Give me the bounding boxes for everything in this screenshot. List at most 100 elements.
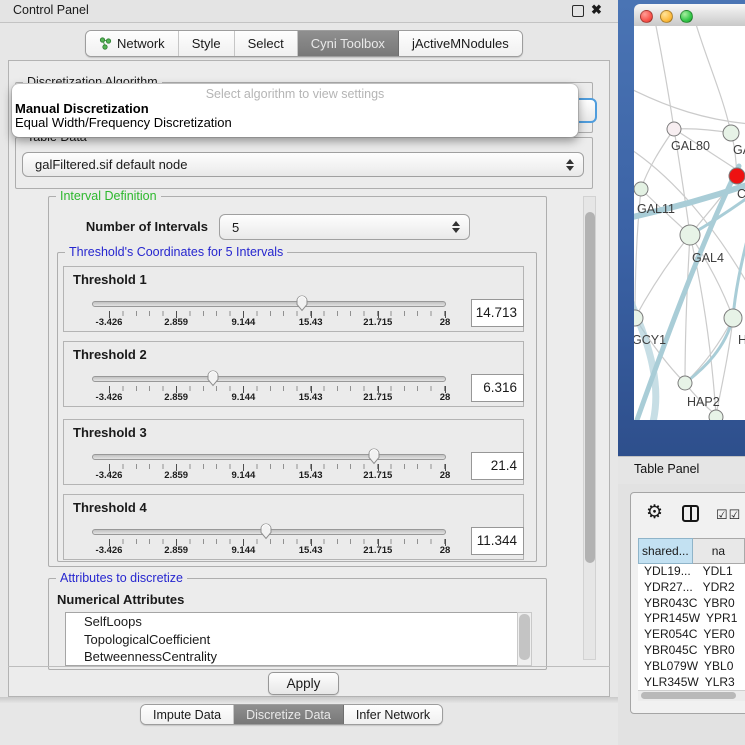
table-cell[interactable]: YBL0: [698, 659, 745, 675]
node-label: C: [737, 187, 745, 201]
threshold-slider-thumb[interactable]: [295, 294, 310, 312]
attributes-scrollbar-thumb[interactable]: [519, 614, 530, 660]
table-hscrollbar-thumb[interactable]: [641, 692, 736, 699]
tab-discretize-data[interactable]: Discretize Data: [234, 705, 344, 724]
tab-jactivemnodules[interactable]: jActiveMNodules: [399, 31, 522, 56]
attributes-list: SelfLoopsTopologicalCoefficientBetweenne…: [65, 612, 532, 666]
apply-button[interactable]: Apply: [268, 672, 339, 695]
float-window-icon[interactable]: [572, 5, 584, 17]
column-header-shared[interactable]: shared...: [638, 538, 693, 564]
network-node[interactable]: GAL80: [667, 122, 710, 153]
attribute-list-item[interactable]: TopologicalCoefficient: [66, 631, 531, 649]
network-node[interactable]: GA: [723, 125, 745, 157]
numerical-attributes-label: Numerical Attributes: [57, 592, 184, 607]
table-cell[interactable]: YLR345W: [638, 675, 699, 690]
network-node[interactable]: [709, 410, 723, 420]
table-cell[interactable]: YER0: [697, 627, 745, 643]
thresholds-group-title: Threshold's Coordinates for 5 Intervals: [65, 245, 287, 259]
tab-cyni-toolbox[interactable]: Cyni Toolbox: [298, 31, 399, 56]
popup-option-equal-width[interactable]: Equal Width/Frequency Discretization: [15, 115, 232, 130]
slider-tick-labels: -3.426 2.859 9.144 15.43 21.715 28: [109, 392, 445, 404]
popup-option-manual-discretization[interactable]: Manual Discretization: [15, 101, 149, 116]
table-cell[interactable]: YDL19...: [638, 564, 697, 580]
settings-scrollbar-thumb[interactable]: [585, 212, 595, 563]
attribute-list-item[interactable]: BetweennessCentrality: [66, 648, 531, 666]
table-cell[interactable]: YDR2: [697, 580, 745, 596]
divider-shadow: [0, 697, 618, 703]
threshold-panel: Threshold 1 -3.426 2.859 9.144 15.43 21.: [63, 266, 524, 332]
num-intervals-combobox[interactable]: 5: [219, 214, 470, 240]
table-cell[interactable]: YBR043C: [638, 596, 697, 612]
threshold-value-input[interactable]: 21.4: [471, 452, 524, 480]
threshold-panel: Threshold 3 -3.426 2.859 9.144 15.43 21.: [63, 419, 524, 485]
table-cell[interactable]: YLR3: [699, 675, 745, 690]
threshold-value-input[interactable]: 11.344: [471, 527, 524, 555]
close-traffic-light-icon[interactable]: [640, 10, 653, 23]
split-columns-icon[interactable]: [682, 505, 699, 522]
threshold-label: Threshold 1: [73, 272, 147, 287]
table-row[interactable]: YLR345W YLR3: [638, 675, 745, 690]
threshold-label: Threshold 3: [73, 425, 147, 440]
table-row[interactable]: YBR045C YBR0: [638, 643, 745, 659]
spinner-arrows-icon: [566, 159, 574, 171]
minimize-traffic-light-icon[interactable]: [660, 10, 673, 23]
gear-icon[interactable]: ⚙: [646, 501, 663, 524]
close-icon[interactable]: ✖: [591, 2, 602, 18]
table-cell[interactable]: YDL1: [697, 564, 745, 580]
tab-network[interactable]: Network: [86, 31, 179, 56]
threshold-slider-thumb[interactable]: [205, 369, 220, 387]
threshold-slider-track[interactable]: [92, 454, 446, 460]
column-header-name[interactable]: na: [693, 538, 745, 564]
node-label: GAL11: [637, 202, 675, 216]
control-panel-title: Control Panel: [13, 3, 89, 17]
threshold-slider-track[interactable]: [92, 301, 446, 307]
threshold-value-input[interactable]: 14.713: [471, 299, 524, 327]
table-cell[interactable]: YDR27...: [638, 580, 697, 596]
node-label: GA: [733, 143, 745, 157]
attribute-list-item[interactable]: SelfLoops: [66, 613, 531, 631]
network-window-titlebar[interactable]: [634, 4, 745, 27]
node-label: HAP2: [687, 395, 720, 409]
table-cell[interactable]: YBR045C: [638, 643, 697, 659]
threshold-slider-thumb[interactable]: [366, 447, 381, 465]
table-cell[interactable]: YBL079W: [638, 659, 698, 675]
control-panel-titlebar: [0, 0, 618, 23]
table-row[interactable]: YBL079W YBL0: [638, 659, 745, 675]
table-row[interactable]: YDR27... YDR2: [638, 580, 745, 596]
tab-infer-network[interactable]: Infer Network: [344, 705, 442, 724]
table-row[interactable]: YPR145W YPR1: [638, 611, 745, 627]
network-canvas[interactable]: GAL80 GA C GAL11 GAL4 GCY1: [634, 26, 745, 420]
control-panel-tabbar: Network Style Select Cyni Toolbox jActiv…: [85, 30, 523, 57]
checkboxes-icon[interactable]: ☑☑: [716, 507, 741, 523]
zoom-traffic-light-icon[interactable]: [680, 10, 693, 23]
num-intervals-label: Number of Intervals: [70, 219, 208, 234]
tab-style[interactable]: Style: [179, 31, 235, 56]
table-cell[interactable]: YPR145W: [638, 611, 700, 627]
table-row[interactable]: YER054C YER0: [638, 627, 745, 643]
threshold-label: Threshold 2: [73, 347, 147, 362]
tab-select[interactable]: Select: [235, 31, 298, 56]
slider-tick-labels: -3.426 2.859 9.144 15.43 21.715 28: [109, 470, 445, 482]
table-cell[interactable]: YBR0: [697, 596, 745, 612]
threshold-slider-track[interactable]: [92, 376, 446, 382]
threshold-value-input[interactable]: 6.316: [471, 374, 524, 402]
table-header: shared... na: [638, 538, 745, 564]
threshold-slider-thumb[interactable]: [259, 522, 274, 540]
table-data-combobox[interactable]: galFiltered.sif default node: [22, 152, 584, 177]
threshold-panel: Threshold 2 -3.426 2.859 9.144 15.43 21.: [63, 341, 524, 407]
table-cell[interactable]: YPR1: [700, 611, 745, 627]
divider: [8, 666, 610, 667]
table-row[interactable]: YDL19... YDL1: [638, 564, 745, 580]
table-cell[interactable]: YBR0: [697, 643, 745, 659]
table-row[interactable]: YBR043C YBR0: [638, 596, 745, 612]
network-icon: [99, 37, 112, 50]
table-data-value: galFiltered.sif default node: [35, 157, 187, 172]
table-panel-title: Table Panel: [634, 462, 699, 476]
tab-impute-data[interactable]: Impute Data: [141, 705, 234, 724]
node-label: GCY1: [634, 333, 666, 347]
node-label: H: [738, 333, 745, 347]
interval-definition-title: Interval Definition: [56, 189, 161, 203]
attributes-group-title: Attributes to discretize: [56, 571, 187, 585]
table-cell[interactable]: YER054C: [638, 627, 697, 643]
table-body: YDL19... YDL1 YDR27... YDR2 YBR043C YBR0…: [638, 564, 745, 690]
